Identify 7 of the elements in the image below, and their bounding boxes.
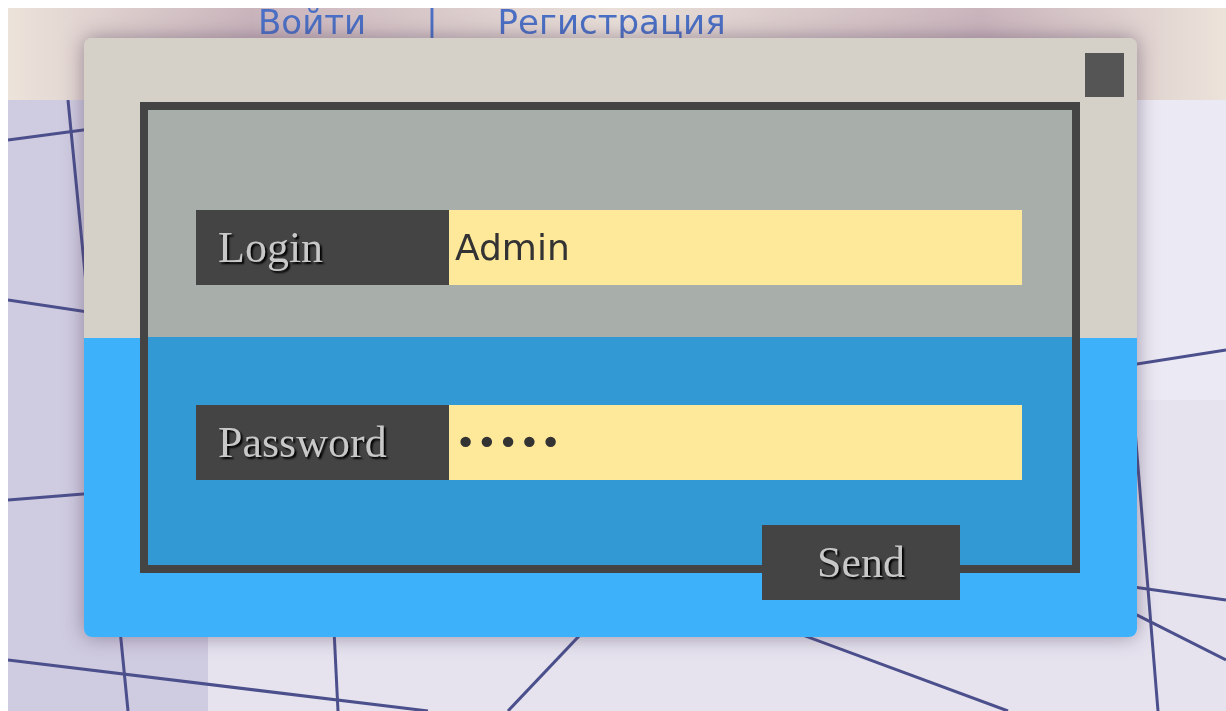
input-field[interactable]: ••••• (449, 405, 1022, 480)
send-button[interactable]: Send (762, 525, 960, 600)
input-field[interactable]: Admin (449, 210, 1022, 285)
close-button[interactable] (1085, 53, 1124, 97)
field-label: Login (196, 210, 449, 285)
header-link[interactable]: Регистрация (497, 4, 726, 40)
field-label: Password (196, 405, 449, 480)
